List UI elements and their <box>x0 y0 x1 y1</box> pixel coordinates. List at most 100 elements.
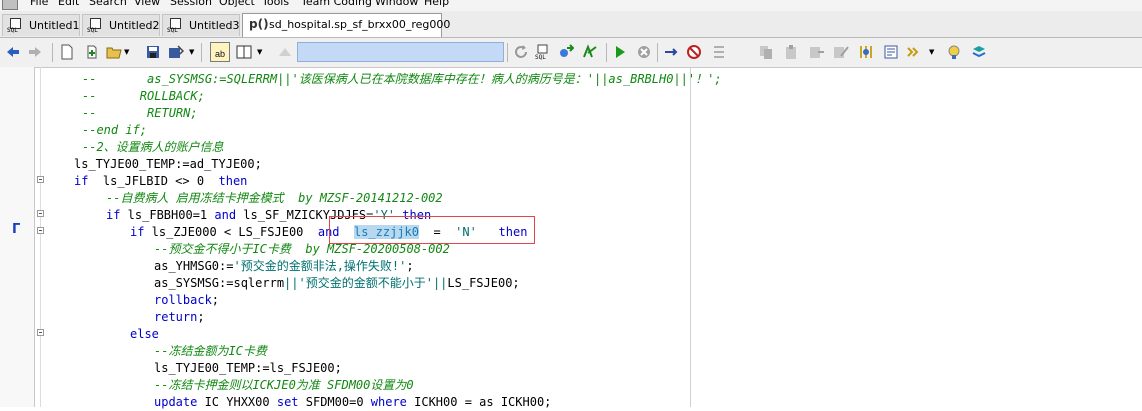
compile-icon[interactable] <box>558 44 574 60</box>
save-as-icon[interactable] <box>168 44 184 60</box>
svg-text:ab: ab <box>215 49 225 59</box>
tab-label: Untitled3 <box>189 19 240 32</box>
code-token: -- RETURN; <box>82 106 198 120</box>
code-line: ls_TYJE00_TEMP:=ls_FSJE00; <box>154 360 342 377</box>
menu-team-coding[interactable]: Team Coding <box>301 0 372 8</box>
export-icon[interactable] <box>809 44 825 60</box>
sql-icon[interactable]: SQL <box>535 44 551 60</box>
view-dropdown-icon[interactable]: ▼ <box>257 48 262 56</box>
insight-dropdown-icon[interactable]: ▼ <box>929 48 934 56</box>
object-selector-input[interactable] <box>297 42 504 62</box>
breakpoint-icon[interactable] <box>686 44 702 60</box>
menu-window[interactable]: Window <box>375 0 418 8</box>
menu-tools[interactable]: Tools <box>262 0 289 8</box>
open-dropdown-icon[interactable]: ▼ <box>124 48 129 56</box>
fold-guide <box>40 67 41 407</box>
lightbulb-icon[interactable] <box>946 44 962 60</box>
fold-toggle-icon[interactable] <box>37 329 44 336</box>
sql-file-icon: SQL <box>87 18 102 34</box>
code-token: and <box>214 208 237 222</box>
toolbar: ▼ ▼ ab ▼ SQL ▼ <box>0 38 1142 68</box>
editor-gutter[interactable] <box>0 67 35 407</box>
save-dropdown-icon[interactable]: ▼ <box>189 48 194 56</box>
tab-untitled2[interactable]: SQL Untitled2 <box>82 14 160 36</box>
code-token: ls_ZJE000 < LS_FSJE00 <box>144 225 318 239</box>
code-token: '预交金的金额非法,操作失败!' <box>233 259 407 273</box>
code-token: '预交金的金额不能小于' <box>298 276 433 290</box>
open-folder-icon[interactable] <box>106 44 122 60</box>
debug-icon[interactable] <box>858 44 874 60</box>
code-token: if <box>130 225 145 239</box>
edit-icon[interactable] <box>833 44 849 60</box>
code-token: if <box>74 174 89 188</box>
code-template-icon[interactable] <box>883 44 899 60</box>
code-token: ; <box>406 259 414 273</box>
code-token: if <box>106 208 121 222</box>
dependencies-icon[interactable] <box>582 44 598 60</box>
code-token: as_YHMSG0:= <box>154 259 234 273</box>
forward-arrow-icon[interactable] <box>27 44 43 60</box>
refresh-icon[interactable] <box>513 44 529 60</box>
copy-icon[interactable] <box>758 44 774 60</box>
tab-untitled3[interactable]: SQL Untitled3 <box>162 14 240 36</box>
code-token: return <box>154 310 198 324</box>
tab-procedure[interactable]: p() sd_hospital.sp_sf_brxx00_reg000 <box>242 13 450 37</box>
tab-untitled1[interactable]: SQL Untitled1 <box>2 14 80 36</box>
stop-icon[interactable] <box>636 44 652 60</box>
right-margin-line <box>690 67 691 407</box>
code-token: --2、设置病人的账户信息 <box>82 140 224 154</box>
code-line: if ls_JFLBID <> 0 then <box>74 173 247 190</box>
list-icon[interactable] <box>711 44 727 60</box>
menu-edit[interactable]: Edit <box>58 0 79 8</box>
save-icon[interactable] <box>145 44 161 60</box>
code-line: else <box>130 326 159 343</box>
code-line: --冻结金额为IC卡费 <box>154 343 267 360</box>
code-token: || <box>432 276 448 290</box>
menu-view[interactable]: View <box>134 0 160 8</box>
menu-object[interactable]: Object <box>219 0 255 8</box>
code-token: ls_TYJE00_TEMP:=ls_FSJE00; <box>154 361 342 375</box>
format-code-icon[interactable]: ab <box>210 42 230 62</box>
highlight-annotation-box <box>329 216 535 244</box>
menu-file[interactable]: File <box>30 0 48 8</box>
code-token: ls_FBBH00=1 <box>120 208 215 222</box>
code-line: ls_TYJE00_TEMP:=ad_TYJE00; <box>74 156 262 173</box>
code-token: rollback <box>154 293 212 307</box>
code-token: ; <box>211 293 220 307</box>
menu-search[interactable]: Search <box>89 0 127 8</box>
tab-label: sd_hospital.sp_sf_brxx00_reg000 <box>269 18 451 31</box>
new-file-icon[interactable] <box>59 44 75 60</box>
disabled-tool-icon[interactable] <box>277 44 293 60</box>
code-token: ls_TYJE00_TEMP:=ad_TYJE00; <box>74 157 262 171</box>
sql-file-icon: SQL <box>7 18 22 34</box>
fold-toggle-icon[interactable] <box>37 227 44 234</box>
back-arrow-icon[interactable] <box>5 44 21 60</box>
fold-toggle-icon[interactable] <box>37 176 44 183</box>
code-line: -- ROLLBACK; <box>82 88 205 105</box>
step-icon[interactable] <box>664 44 680 60</box>
code-token: LS_FSJE00; <box>447 276 520 290</box>
code-token: --预交金不得小于IC卡费 by MZSF-20200508-002 <box>154 242 450 256</box>
code-token: else <box>130 327 159 341</box>
code-line: --自费病人 启用冻结卡押金模式 by MZSF-20141212-002 <box>106 190 443 207</box>
menu-session[interactable]: Session <box>170 0 212 8</box>
code-token: -- as_SYSMSG:=SQLERRM||'该医保病人已在本院数据库中存在！… <box>82 72 722 86</box>
add-icon[interactable] <box>84 44 100 60</box>
code-token: --自费病人 启用冻结卡押金模式 by MZSF-20141212-002 <box>106 191 443 205</box>
layers-icon[interactable] <box>971 44 987 60</box>
paste-icon[interactable] <box>784 44 800 60</box>
split-view-icon[interactable] <box>236 44 252 60</box>
code-line: as_SYSMSG:=sqlerrm||'预交金的金额不能小于'||LS_FSJ… <box>154 275 520 292</box>
code-line: -- RETURN; <box>82 105 198 122</box>
sql-file-icon: SQL <box>167 18 182 34</box>
code-insight-icon[interactable] <box>907 44 923 60</box>
tab-label: Untitled1 <box>29 19 80 32</box>
code-line: --冻结卡押金则以ICKJE0为准 SFDM00设置为0 <box>154 377 414 394</box>
fold-toggle-icon[interactable] <box>37 210 44 217</box>
app-icon[interactable] <box>2 0 18 10</box>
svg-text:SQL: SQL <box>535 54 546 60</box>
run-icon[interactable] <box>612 44 628 60</box>
menu-help[interactable]: Help <box>424 0 449 8</box>
tab-label: Untitled2 <box>109 19 160 32</box>
code-token: ; <box>197 310 205 324</box>
